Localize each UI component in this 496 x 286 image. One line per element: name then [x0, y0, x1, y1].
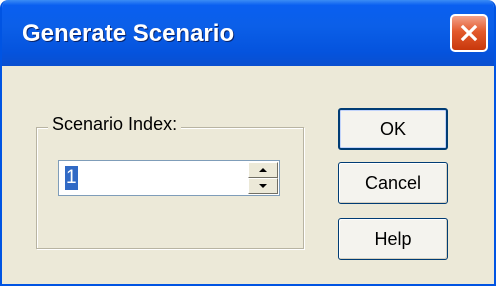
spin-up-arrow-icon [259, 168, 267, 172]
spin-down-arrow-icon [259, 184, 267, 188]
close-button[interactable] [450, 14, 488, 52]
close-icon [460, 24, 478, 42]
ok-button[interactable]: OK [338, 108, 448, 150]
cancel-button[interactable]: Cancel [338, 162, 448, 204]
scenario-index-input[interactable]: 1 [65, 166, 78, 190]
spin-buttons [248, 162, 278, 194]
title-bar[interactable]: Generate Scenario [2, 0, 494, 66]
spin-up-button[interactable] [248, 162, 278, 178]
scenario-index-spinner[interactable]: 1 [58, 160, 280, 196]
help-button[interactable]: Help [338, 218, 448, 260]
spin-down-button[interactable] [248, 178, 278, 194]
scenario-index-label: Scenario Index: [48, 114, 182, 135]
window-title: Generate Scenario [22, 20, 235, 47]
dialog-window: Generate Scenario Scenario Index: 1 OK C… [0, 0, 496, 286]
dialog-body: Scenario Index: 1 OK Cancel Help [2, 66, 494, 284]
